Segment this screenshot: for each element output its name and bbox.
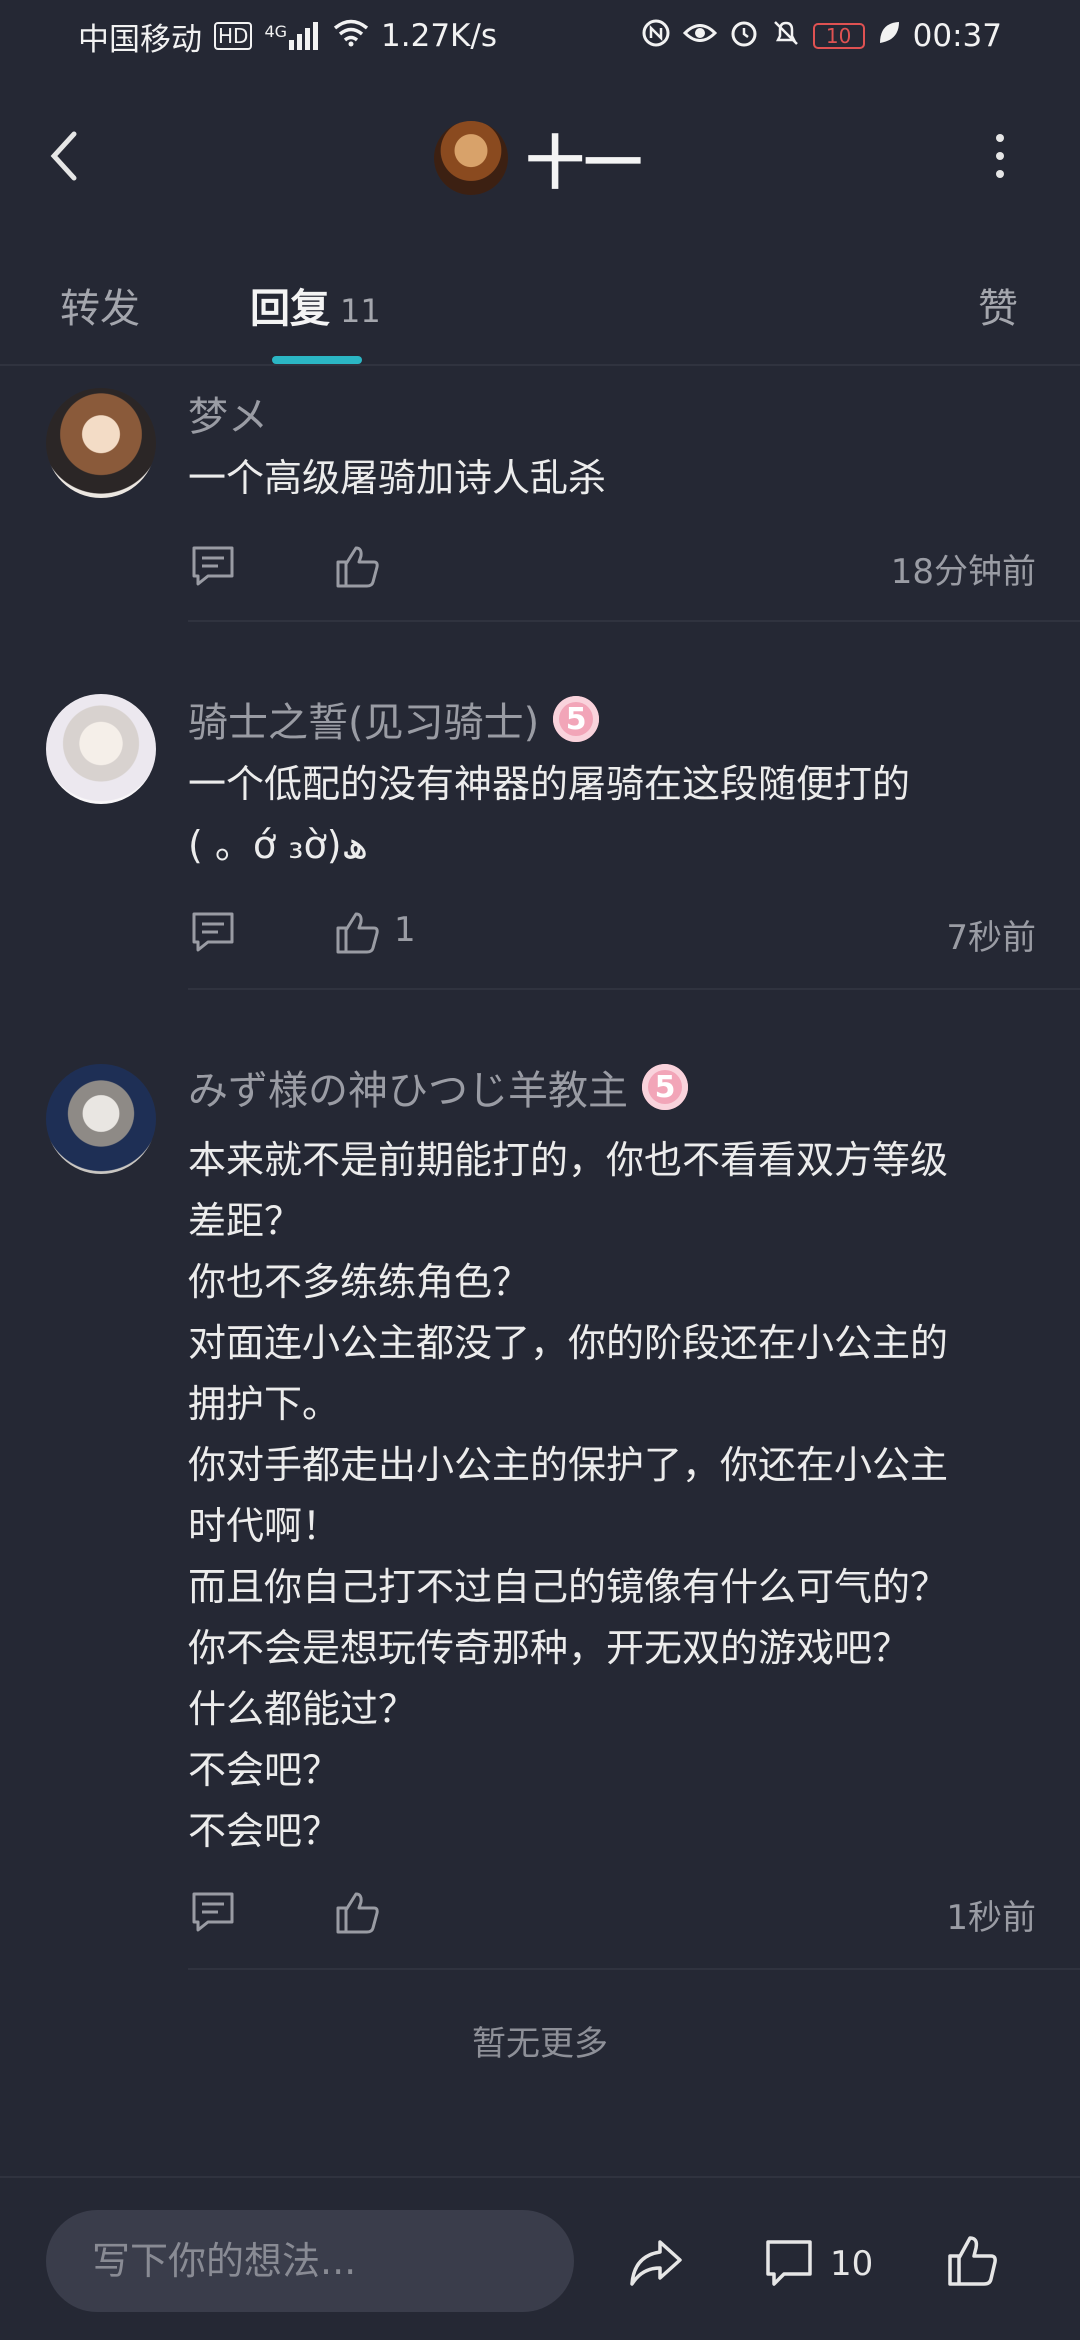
no-more-label: 暂无更多 bbox=[472, 2024, 608, 2064]
tab-reply-label: 回复 bbox=[250, 286, 330, 332]
comment-actions: 1 7秒前 bbox=[188, 902, 1036, 962]
reply-icon[interactable] bbox=[190, 544, 236, 588]
username-label: 骑士之誓(见习骑士) bbox=[188, 700, 540, 746]
header: 十一 bbox=[0, 108, 1080, 204]
thumbs-up-icon[interactable] bbox=[334, 544, 380, 588]
comment-timestamp: 18分钟前 bbox=[890, 552, 1036, 592]
more-options-button[interactable] bbox=[980, 128, 1020, 184]
comment-actions: 18分钟前 bbox=[188, 536, 1036, 596]
tab-reply[interactable]: 回复 11 bbox=[250, 276, 381, 334]
network-speed: 1.27K/s bbox=[381, 18, 497, 54]
comment-timestamp: 1秒前 bbox=[946, 1898, 1036, 1938]
wifi-icon bbox=[333, 19, 369, 54]
header-user[interactable]: 十一 bbox=[434, 116, 642, 200]
divider bbox=[188, 620, 1080, 622]
clock: 00:37 bbox=[912, 18, 1002, 54]
reply-icon[interactable] bbox=[190, 910, 236, 954]
comment-text: 一个高级屠骑加诗人乱杀 bbox=[188, 456, 607, 500]
leaf-icon bbox=[877, 20, 901, 53]
tab-bar: 转发 回复 11 赞 bbox=[0, 262, 1080, 364]
comment-username[interactable]: 梦メ bbox=[188, 384, 268, 442]
signal-icon: 4G bbox=[264, 22, 321, 50]
username-label: 梦メ bbox=[188, 394, 268, 440]
level-badge: 5 bbox=[642, 1064, 688, 1110]
avatar[interactable] bbox=[46, 1064, 156, 1174]
reply-icon[interactable] bbox=[190, 1890, 236, 1934]
comment-username[interactable]: 骑士之誓(见习骑士) 5 bbox=[188, 690, 600, 748]
divider bbox=[188, 1968, 1080, 1970]
username-label: みず様の神ひつじ羊教主 bbox=[188, 1068, 628, 1114]
bottom-bar: 写下你的想法... 10 bbox=[0, 2176, 1080, 2340]
alarm-icon bbox=[729, 18, 759, 55]
thumbs-up-icon[interactable] bbox=[334, 910, 380, 954]
thumbs-up-icon[interactable] bbox=[334, 1890, 380, 1934]
tab-like[interactable]: 赞 bbox=[978, 276, 1018, 334]
status-right: 10 00:37 bbox=[641, 18, 1002, 55]
eye-icon bbox=[682, 20, 717, 53]
nfc-icon bbox=[641, 18, 671, 55]
tab-reply-count: 11 bbox=[340, 292, 381, 330]
battery-icon: 10 bbox=[812, 23, 865, 49]
level-badge: 5 bbox=[553, 696, 600, 742]
comment-input[interactable]: 写下你的想法... bbox=[46, 2210, 574, 2312]
comment-icon[interactable] bbox=[764, 2238, 814, 2288]
like-count: 1 bbox=[394, 910, 416, 950]
back-button[interactable] bbox=[42, 128, 92, 184]
thumbs-up-icon[interactable] bbox=[946, 2234, 998, 2288]
share-icon[interactable] bbox=[628, 2238, 684, 2288]
status-left: 中国移动 HD 4G 1.27K/s bbox=[78, 14, 497, 59]
carrier-label: 中国移动 bbox=[78, 21, 202, 58]
page-title: 十一 bbox=[526, 129, 643, 197]
active-tab-indicator bbox=[272, 356, 362, 364]
comment-username[interactable]: みず様の神ひつじ羊教主 5 bbox=[188, 1058, 688, 1116]
comment-actions: 1秒前 bbox=[188, 1882, 1036, 1942]
comment-timestamp: 7秒前 bbox=[946, 918, 1036, 958]
avatar[interactable] bbox=[434, 121, 508, 195]
mute-bell-icon bbox=[771, 18, 801, 55]
divider bbox=[188, 988, 1080, 990]
comment-text: 一个低配的没有神器的屠骑在这段随便打的 ( 。ớ ₃ờ)ھ bbox=[188, 762, 911, 867]
status-bar: 中国移动 HD 4G 1.27K/s 10 00:37 bbox=[0, 0, 1080, 72]
tab-forward[interactable]: 转发 bbox=[60, 276, 140, 334]
hd-icon: HD bbox=[214, 22, 253, 50]
comment-text: 本来就不是前期能打的，你也不看看双方等级 差距？ 你也不多练练角色？ 对面连小公… bbox=[188, 1138, 949, 1853]
avatar[interactable] bbox=[46, 694, 156, 804]
comment-count: 10 bbox=[830, 2244, 874, 2284]
network-type-label: 4G bbox=[264, 22, 288, 41]
divider bbox=[0, 364, 1080, 366]
avatar[interactable] bbox=[46, 388, 156, 498]
